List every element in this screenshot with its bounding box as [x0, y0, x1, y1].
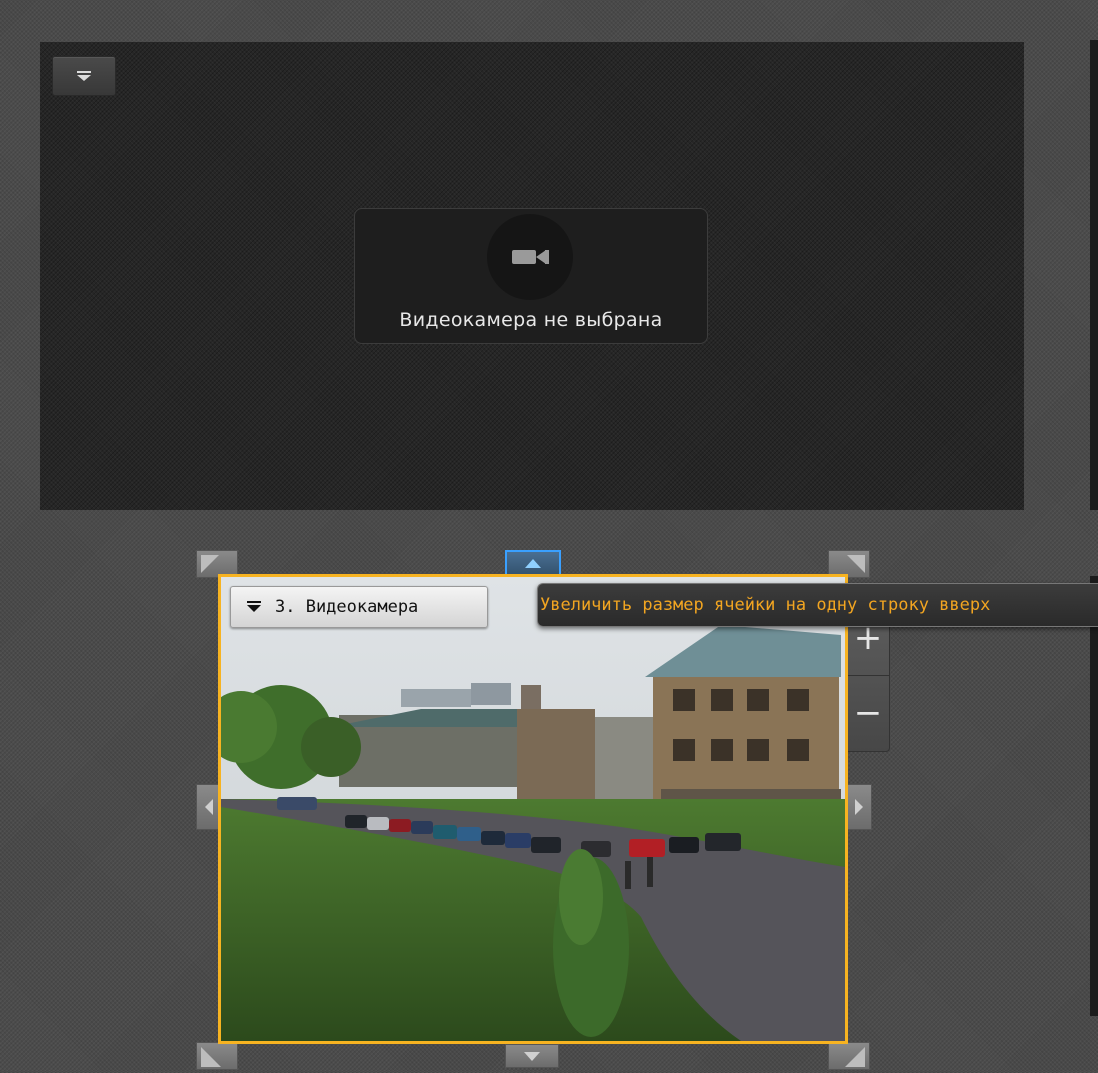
video-camera-icon — [512, 250, 549, 264]
dropdown-menu-icon — [247, 601, 261, 612]
bottom-left-resize-icon — [201, 1047, 221, 1067]
adjacent-cell-edge-bottom — [1090, 576, 1098, 1016]
camera-title: 3. Видеокамера — [275, 597, 419, 617]
tooltip-text: Увеличить размер ячейки на одну строку в… — [540, 595, 991, 615]
right-expand-handle[interactable] — [846, 784, 872, 830]
bottom-expand-handle[interactable] — [505, 1044, 559, 1068]
bottom-expand-icon — [524, 1052, 540, 1061]
cell-menu-button[interactable] — [52, 56, 116, 96]
top-expand-handle[interactable] — [505, 550, 561, 576]
dropdown-menu-icon — [77, 71, 91, 81]
bottom-right-resize-icon — [845, 1047, 865, 1067]
resize-tooltip: Увеличить размер ячейки на одну строку в… — [537, 583, 1098, 627]
top-expand-icon — [525, 559, 541, 568]
camera-title-button[interactable]: 3. Видеокамера — [230, 586, 488, 628]
no-camera-placeholder: Видеокамера не выбрана — [354, 208, 708, 344]
camera-placeholder-circle — [487, 214, 573, 300]
bottom-left-resize-handle[interactable] — [196, 1042, 238, 1070]
camera-cell-selected[interactable] — [218, 574, 848, 1044]
bottom-right-resize-handle[interactable] — [828, 1042, 870, 1070]
adjacent-cell-edge-top — [1090, 40, 1098, 510]
camera-video-feed — [221, 577, 845, 1041]
zoom-out-button[interactable]: − — [847, 676, 889, 750]
no-camera-message: Видеокамера не выбрана — [399, 309, 663, 331]
right-expand-icon — [855, 799, 863, 815]
